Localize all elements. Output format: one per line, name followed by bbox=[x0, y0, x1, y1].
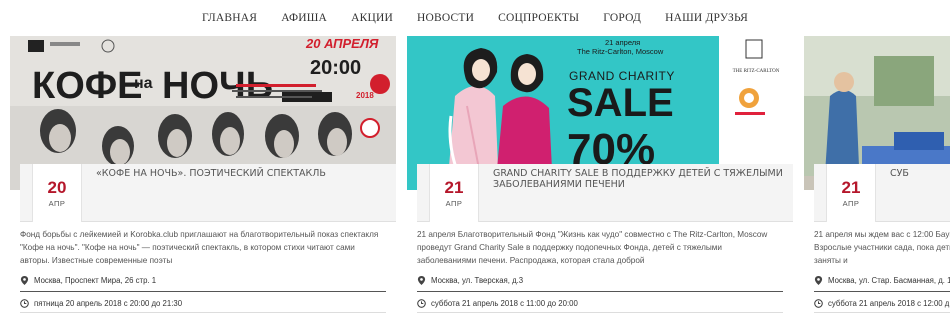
event-location: Москва, ул. Тверская, д.3 bbox=[417, 276, 783, 285]
event-card-coffee[interactable]: КОФЕ на НОЧЬ 20 АПРЕЛЯ 20:00 2018 20 АПР… bbox=[10, 36, 396, 318]
event-description: Фонд борьбы с лейкемией и Korobka.club п… bbox=[20, 230, 379, 265]
event-header: 21 АПР СУБ bbox=[814, 164, 950, 222]
poster-year: 2018 bbox=[356, 91, 374, 100]
event-time-text: пятница 20 апрель 2018 с 20:00 до 21:30 bbox=[34, 299, 183, 308]
poster-title-1: КОФЕ bbox=[32, 65, 143, 107]
event-card-partial[interactable]: 21 АПР СУБ 21 апреля мы ждем вас с 12:00… bbox=[804, 36, 950, 318]
poster-sale: SALE bbox=[567, 81, 674, 125]
poster-logo: THE RITZ-CARLTON bbox=[733, 69, 780, 74]
divider bbox=[417, 312, 783, 313]
location-pin-icon bbox=[20, 276, 29, 285]
divider bbox=[20, 291, 386, 292]
nav-friends[interactable]: НАШИ ДРУЗЬЯ bbox=[653, 12, 760, 24]
event-description: 21 апреля Благотворительный Фонд "Жизнь … bbox=[417, 230, 768, 265]
event-location: Москва, ул. Стар. Басманная, д. 15 bbox=[814, 276, 950, 285]
nav-home[interactable]: ГЛАВНАЯ bbox=[190, 12, 269, 24]
nav-afisha[interactable]: АФИША bbox=[269, 12, 339, 24]
event-day: 21 bbox=[841, 178, 861, 197]
event-time: пятница 20 апрель 2018 с 20:00 до 21:30 bbox=[20, 299, 386, 308]
poster-date: 20 АПРЕЛЯ bbox=[305, 36, 379, 51]
poster-venue: The Ritz-Carlton, Moscow bbox=[577, 47, 664, 56]
event-location-text: Москва, Проспект Мира, 26 стр. 1 bbox=[34, 276, 157, 285]
event-time: суббота 21 апрель 2018 с 11:00 до 20:00 bbox=[417, 299, 783, 308]
event-time: суббота 21 апрель 2018 с 12:00 д bbox=[814, 299, 950, 308]
poster-date: 21 апреля bbox=[605, 38, 640, 47]
main-nav: ГЛАВНАЯ АФИША АКЦИИ НОВОСТИ СОЦПРОЕКТЫ Г… bbox=[0, 0, 950, 36]
clock-icon bbox=[20, 299, 29, 308]
event-month: АПР bbox=[48, 199, 66, 208]
date-box: 21 АПР bbox=[826, 164, 876, 222]
divider bbox=[814, 291, 950, 292]
event-day: 21 bbox=[444, 178, 464, 197]
event-time-text: суббота 21 апрель 2018 с 12:00 д bbox=[828, 299, 950, 308]
nav-city[interactable]: ГОРОД bbox=[591, 12, 653, 24]
event-location: Москва, Проспект Мира, 26 стр. 1 bbox=[20, 276, 386, 285]
poster-time: 20:00 bbox=[310, 57, 361, 79]
event-title[interactable]: GRAND CHARITY SALE В ПОДДЕРЖКУ ДЕТЕЙ С Т… bbox=[493, 168, 785, 190]
divider bbox=[20, 312, 386, 313]
date-box: 20 АПР bbox=[32, 164, 82, 222]
poster-title-small: на bbox=[134, 75, 153, 92]
event-location-text: Москва, ул. Тверская, д.3 bbox=[431, 276, 524, 285]
event-day: 20 bbox=[47, 178, 67, 197]
location-pin-icon bbox=[417, 276, 426, 285]
event-month: АПР bbox=[445, 199, 463, 208]
event-header: 21 АПР GRAND CHARITY SALE В ПОДДЕРЖКУ ДЕ… bbox=[417, 164, 793, 222]
date-box: 21 АПР bbox=[429, 164, 479, 222]
divider bbox=[814, 312, 950, 313]
event-title[interactable]: СУБ bbox=[890, 168, 950, 179]
event-month: АПР bbox=[842, 199, 860, 208]
nav-promos[interactable]: АКЦИИ bbox=[339, 12, 405, 24]
location-pin-icon bbox=[814, 276, 823, 285]
divider bbox=[417, 291, 783, 292]
clock-icon bbox=[417, 299, 426, 308]
clock-icon bbox=[814, 299, 823, 308]
event-time-text: суббота 21 апрель 2018 с 11:00 до 20:00 bbox=[431, 299, 578, 308]
event-description: 21 апреля мы ждем вас с 12:00 Баумана! В… bbox=[814, 230, 950, 265]
event-card-charity[interactable]: 21 апреля The Ritz-Carlton, Moscow GRAND… bbox=[407, 36, 793, 318]
nav-news[interactable]: НОВОСТИ bbox=[405, 12, 486, 24]
event-location-text: Москва, ул. Стар. Басманная, д. 15 bbox=[828, 276, 950, 285]
nav-social-projects[interactable]: СОЦПРОЕКТЫ bbox=[486, 12, 591, 24]
event-title[interactable]: «КОФЕ НА НОЧЬ». ПОЭТИЧЕСКИЙ СПЕКТАКЛЬ bbox=[96, 168, 388, 179]
event-header: 20 АПР «КОФЕ НА НОЧЬ». ПОЭТИЧЕСКИЙ СПЕКТ… bbox=[20, 164, 396, 222]
